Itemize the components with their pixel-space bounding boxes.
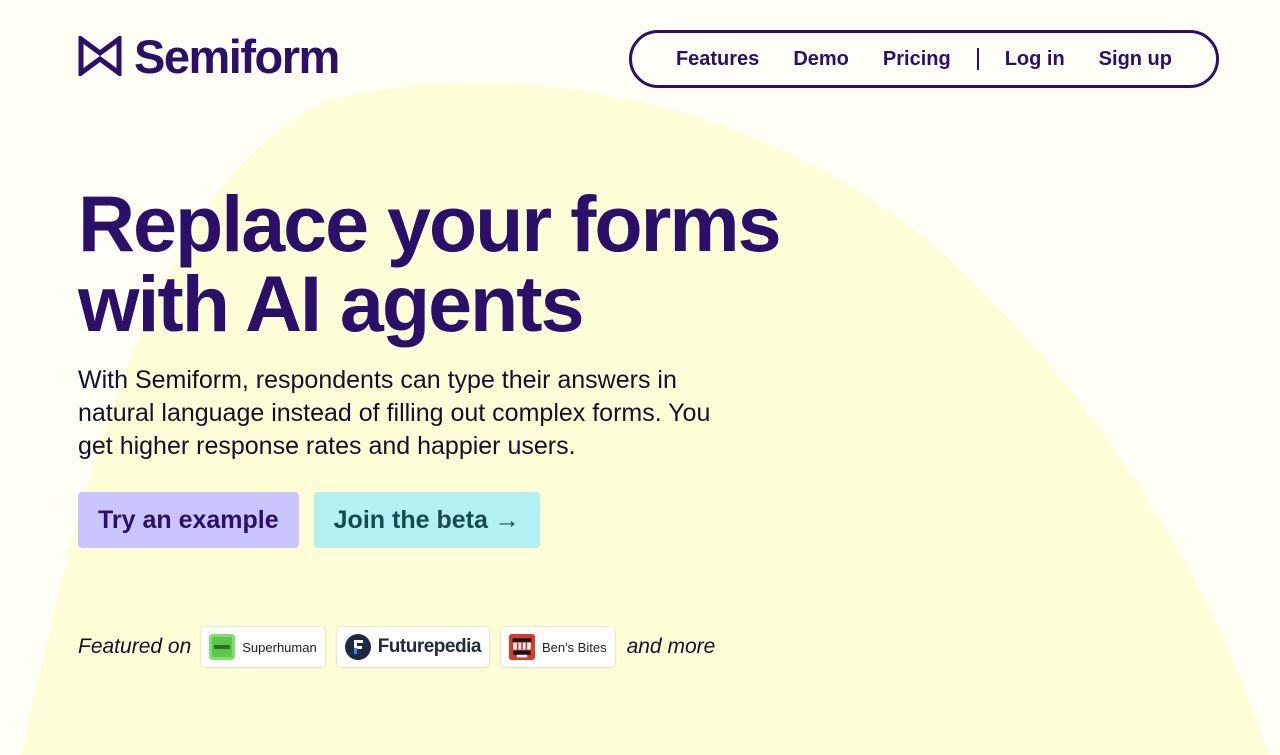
superhuman-badge[interactable]: Superhuman: [201, 627, 325, 667]
futurepedia-icon: [344, 634, 371, 660]
nav-signup[interactable]: Sign up: [1082, 48, 1189, 71]
bens-bites-badge-label: Ben's Bites: [541, 639, 607, 655]
futurepedia-badge-label: Futurepedia: [377, 636, 482, 657]
hero-title: Replace your forms with AI agents: [78, 184, 798, 344]
nav-demo[interactable]: Demo: [776, 48, 866, 71]
nav-pricing[interactable]: Pricing: [866, 48, 968, 71]
hero-title-line-1: Replace your forms: [78, 179, 782, 268]
bens-bites-badge[interactable]: Ben's Bites: [500, 627, 615, 667]
superhuman-icon: [209, 634, 236, 660]
try-example-button[interactable]: Try an example: [78, 492, 299, 548]
hero-title-line-2: with AI agents: [78, 259, 585, 348]
landing-page: Semiform Features Demo Pricing Log in Si…: [0, 0, 1280, 755]
bowtie-logo-icon: [78, 36, 122, 76]
futurepedia-badge[interactable]: Futurepedia: [336, 627, 489, 667]
featured-label: Featured on: [78, 635, 192, 658]
superhuman-badge-label: Superhuman: [242, 639, 317, 655]
brand-name: Semiform: [134, 29, 340, 83]
featured-more: and more: [626, 635, 716, 658]
cta-row: Try an example Join the beta →: [78, 492, 540, 548]
brand-home-link[interactable]: Semiform: [78, 29, 340, 83]
join-beta-button[interactable]: Join the beta →: [313, 492, 540, 548]
nav-login[interactable]: Log in: [988, 48, 1082, 71]
nav-divider: [976, 48, 979, 70]
nav-features[interactable]: Features: [659, 48, 776, 71]
featured-on-row: Featured on Superhuman Futurepedia Ben's…: [78, 627, 715, 667]
bens-bites-icon: [508, 634, 535, 660]
main-nav: Features Demo Pricing Log in Sign up: [628, 30, 1219, 88]
hero-subtitle: With Semiform, respondents can type thei…: [78, 366, 711, 460]
site-header: Semiform Features Demo Pricing Log in Si…: [78, 30, 1219, 88]
